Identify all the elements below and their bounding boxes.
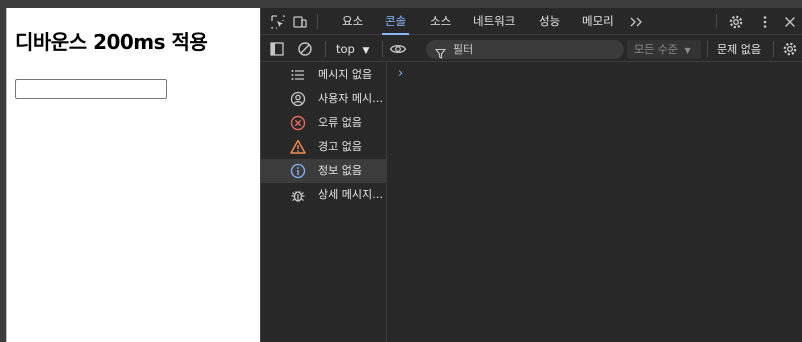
divider bbox=[382, 41, 383, 57]
sidebar-item-warnings[interactable]: 경고 없음 bbox=[261, 135, 387, 159]
tab-performance[interactable]: 성능 bbox=[539, 8, 560, 35]
divider bbox=[773, 41, 774, 57]
error-icon bbox=[289, 114, 307, 132]
sidebar-item-label: 경고 없음 bbox=[318, 140, 362, 153]
eye-icon[interactable] bbox=[389, 40, 407, 58]
console-toolbar: top ▼ 필터 모든 수준 ▼ 문제 없음 bbox=[261, 36, 802, 62]
divider bbox=[716, 14, 717, 29]
divider bbox=[317, 14, 318, 29]
page-title: 디바운스 200ms 적용 bbox=[15, 30, 208, 54]
sidebar-item-verbose[interactable]: 상세 메시지 없음 bbox=[261, 183, 387, 207]
sidebar-item-label: 상세 메시지 없음 bbox=[318, 188, 386, 201]
info-icon bbox=[289, 162, 307, 180]
sidebar-item-label: 메시지 없음 bbox=[318, 68, 373, 81]
bug-icon bbox=[289, 186, 307, 204]
divider bbox=[325, 41, 326, 57]
more-tabs-icon[interactable] bbox=[627, 13, 645, 31]
dropdown-icon: ▼ bbox=[684, 46, 691, 55]
context-select[interactable]: top ▼ bbox=[336, 40, 369, 58]
debounce-input[interactable] bbox=[15, 79, 167, 99]
inspect-element-icon[interactable] bbox=[269, 13, 287, 31]
console-sidebar: 메시지 없음 사용자 메시지 없음 오류 없음 경고 없음 정보 없음 bbox=[261, 63, 387, 342]
tab-console[interactable]: 콘솔 bbox=[381, 8, 410, 35]
clear-console-icon[interactable] bbox=[296, 40, 314, 58]
log-level-value: 모든 수준 bbox=[634, 43, 678, 56]
sidebar-item-user-messages[interactable]: 사용자 메시지 없음 bbox=[261, 87, 387, 111]
filter-input[interactable]: 필터 bbox=[426, 40, 624, 59]
list-icon bbox=[289, 66, 307, 84]
user-icon bbox=[289, 90, 307, 108]
sidebar-item-errors[interactable]: 오류 없음 bbox=[261, 111, 387, 135]
sidebar-item-label: 정보 없음 bbox=[318, 164, 362, 177]
context-value: top bbox=[336, 42, 355, 56]
sidebar-item-label: 오류 없음 bbox=[318, 116, 362, 129]
console-output[interactable]: › bbox=[388, 63, 802, 342]
sidebar-item-messages[interactable]: 메시지 없음 bbox=[261, 63, 387, 87]
gear-icon[interactable] bbox=[727, 13, 745, 31]
tab-network[interactable]: 네트워크 bbox=[473, 8, 515, 35]
tab-sources[interactable]: 소스 bbox=[430, 8, 451, 35]
dropdown-icon: ▼ bbox=[362, 46, 370, 56]
console-prompt-icon: › bbox=[398, 66, 404, 81]
tab-memory[interactable]: 메모리 bbox=[582, 8, 614, 35]
sidebar-toggle-icon[interactable] bbox=[268, 40, 286, 58]
page-viewport: 디바운스 200ms 적용 bbox=[6, 8, 260, 342]
log-level-select[interactable]: 모든 수준 ▼ bbox=[627, 40, 701, 59]
filter-icon bbox=[434, 44, 447, 63]
devtools-panel: 요소 콘솔 소스 네트워크 성능 메모리 top ▼ 필터 모든 수준 ▼ 문제… bbox=[260, 8, 802, 342]
warning-icon bbox=[289, 138, 307, 156]
divider bbox=[707, 41, 708, 57]
sidebar-item-info[interactable]: 정보 없음 bbox=[261, 159, 387, 183]
issues-count[interactable]: 문제 없음 bbox=[717, 40, 761, 59]
sidebar-item-label: 사용자 메시지 없음 bbox=[318, 92, 386, 105]
filter-placeholder: 필터 bbox=[453, 43, 474, 56]
device-toggle-icon[interactable] bbox=[291, 13, 309, 31]
console-settings-icon[interactable] bbox=[781, 40, 799, 58]
close-icon[interactable] bbox=[781, 13, 799, 31]
tab-elements[interactable]: 요소 bbox=[342, 8, 363, 35]
kebab-menu-icon[interactable] bbox=[756, 13, 774, 31]
devtools-tab-bar: 요소 콘솔 소스 네트워크 성능 메모리 bbox=[261, 8, 802, 35]
